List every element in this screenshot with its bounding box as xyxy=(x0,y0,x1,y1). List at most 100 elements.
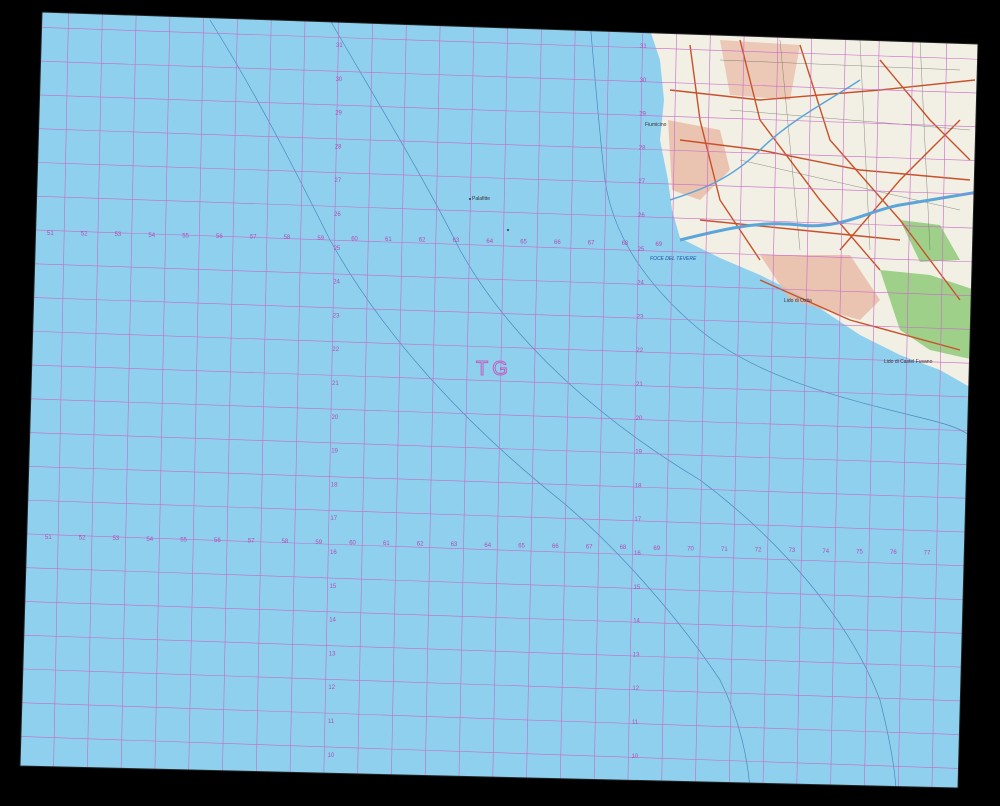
easting-label: 54 xyxy=(146,537,153,543)
northing-label: 24 xyxy=(333,280,340,286)
northing-label: 17 xyxy=(330,516,337,522)
easting-label: 61 xyxy=(385,237,392,243)
northing-label: 31 xyxy=(640,44,647,50)
easting-label: 66 xyxy=(552,544,559,550)
northing-label: 25 xyxy=(638,247,645,253)
urban-north xyxy=(720,40,800,100)
islet-marker-2 xyxy=(507,229,509,231)
easting-label: 51 xyxy=(45,535,52,541)
northing-label: 23 xyxy=(637,314,644,320)
easting-label: 59 xyxy=(315,540,322,546)
northing-label: 13 xyxy=(633,652,640,658)
easting-label: 62 xyxy=(417,542,424,548)
northing-label: 12 xyxy=(328,685,335,691)
northing-label: 17 xyxy=(634,517,641,523)
northing-label: 15 xyxy=(330,584,337,590)
northing-label: 14 xyxy=(329,618,336,624)
northing-label: 13 xyxy=(329,651,336,657)
northing-label: 28 xyxy=(335,144,342,150)
easting-label: 64 xyxy=(484,543,491,549)
easting-label: 67 xyxy=(588,241,595,247)
northing-label: 11 xyxy=(632,720,639,726)
topographic-map[interactable]: 51 52 53 54 55 56 57 58 59 60 61 62 63 64 65 66 67 68 69 5… xyxy=(0,0,1000,806)
northing-label: 16 xyxy=(330,550,337,556)
easting-label: 58 xyxy=(284,235,291,241)
easting-label: 55 xyxy=(182,233,189,239)
easting-label: 63 xyxy=(453,238,460,244)
easting-label: 60 xyxy=(349,540,356,546)
easting-label: 68 xyxy=(622,241,629,247)
northing-label: 10 xyxy=(328,753,335,759)
northing-label: 29 xyxy=(335,111,342,117)
northing-label: 23 xyxy=(333,313,340,319)
easting-label: 71 xyxy=(721,547,728,553)
northing-label: 27 xyxy=(334,178,341,184)
northing-label: 10 xyxy=(632,754,639,760)
northing-label: 14 xyxy=(633,619,640,625)
easting-label: 59 xyxy=(317,236,324,242)
easting-label: 62 xyxy=(419,238,426,244)
easting-label: 56 xyxy=(214,538,221,544)
easting-label: 77 xyxy=(924,551,931,557)
easting-label: 52 xyxy=(79,536,86,542)
northing-label: 20 xyxy=(636,416,643,422)
islet-marker xyxy=(469,198,471,200)
northing-label: 25 xyxy=(334,246,341,252)
easting-label: 51 xyxy=(47,231,54,237)
northing-label: 22 xyxy=(636,348,643,354)
northing-label: 19 xyxy=(635,450,642,456)
easting-label: 56 xyxy=(216,234,223,240)
easting-label: 75 xyxy=(856,549,863,555)
easting-label: 76 xyxy=(890,550,897,556)
zone-label: TG xyxy=(476,358,512,380)
easting-label: 69 xyxy=(655,242,662,248)
easting-label: 60 xyxy=(351,236,358,242)
easting-label: 69 xyxy=(653,546,660,552)
easting-label: 57 xyxy=(248,539,255,545)
easting-label: 73 xyxy=(789,548,796,554)
easting-label: 64 xyxy=(486,239,493,245)
northing-label: 21 xyxy=(332,381,339,387)
northing-label: 16 xyxy=(634,551,641,557)
easting-label: 68 xyxy=(620,545,627,551)
easting-label: 61 xyxy=(383,541,390,547)
easting-label: 72 xyxy=(755,548,762,554)
northing-label: 11 xyxy=(328,719,335,725)
place-palafitte: Palafitte xyxy=(472,196,490,202)
northing-label: 24 xyxy=(637,281,644,287)
northing-label: 31 xyxy=(336,43,343,49)
northing-label: 20 xyxy=(332,415,339,421)
northing-label: 18 xyxy=(331,482,338,488)
easting-label: 55 xyxy=(180,537,187,543)
northing-label: 27 xyxy=(638,179,645,185)
northing-label: 28 xyxy=(639,145,646,151)
northing-label: 30 xyxy=(640,78,647,84)
northing-label: 18 xyxy=(635,483,642,489)
easting-label: 58 xyxy=(282,539,289,545)
easting-label: 67 xyxy=(586,545,593,551)
easting-label: 70 xyxy=(687,546,694,552)
easting-label: 63 xyxy=(451,542,458,548)
easting-label: 74 xyxy=(822,549,829,555)
easting-label: 65 xyxy=(520,239,527,245)
easting-label: 53 xyxy=(115,232,122,238)
easting-label: 66 xyxy=(554,240,561,246)
place-foce-del-tevere: FOCE DEL TEVERE xyxy=(650,256,697,262)
northing-label: 15 xyxy=(634,585,641,591)
easting-label: 65 xyxy=(518,543,525,549)
northing-label: 29 xyxy=(639,112,646,118)
easting-label: 52 xyxy=(81,232,88,238)
easting-label: 54 xyxy=(148,233,155,239)
northing-label: 21 xyxy=(636,382,643,388)
northing-label: 26 xyxy=(638,213,645,219)
place-lido-di-ostia: Lido di Ostia xyxy=(784,298,812,304)
northing-label: 30 xyxy=(336,77,343,83)
place-lido-castel-fusano: Lido di Castel Fusano xyxy=(884,359,933,365)
northing-label: 22 xyxy=(332,347,339,353)
easting-label: 53 xyxy=(113,536,120,542)
northing-label: 12 xyxy=(632,686,639,692)
place-fiumicino: Fiumicino xyxy=(645,122,667,128)
northing-label: 26 xyxy=(334,212,341,218)
northing-label: 19 xyxy=(331,449,338,455)
easting-label: 57 xyxy=(250,235,257,241)
